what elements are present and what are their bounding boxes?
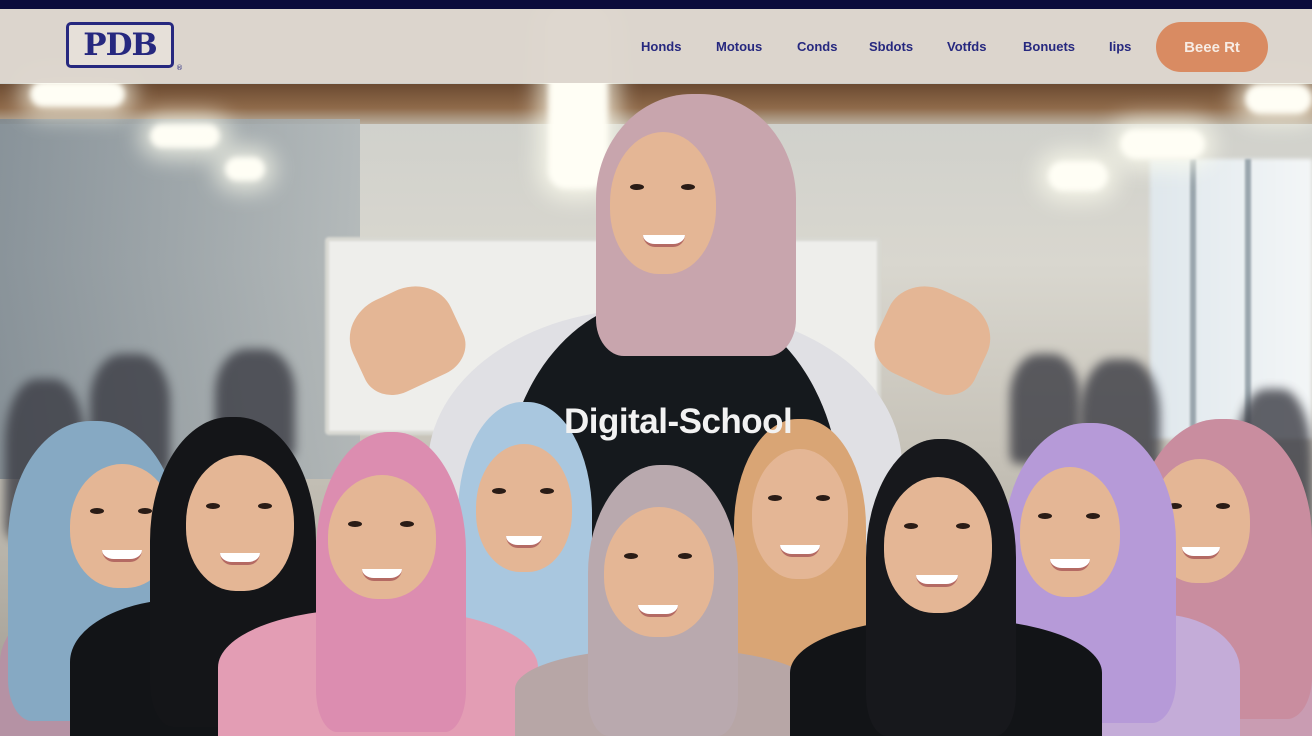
top-strip	[0, 0, 1312, 9]
logo-text: PDB	[83, 27, 157, 63]
teacher-right-hand	[864, 272, 1004, 406]
teacher-left-hand	[336, 272, 476, 406]
nav-link-votfds[interactable]: Votfds	[947, 39, 986, 54]
nav-link-motous[interactable]: Motous	[716, 39, 762, 54]
nav-link-iips[interactable]: Iips	[1109, 39, 1131, 54]
shirt-text: Digital-School	[564, 402, 793, 441]
nav-link-honds[interactable]: Honds	[641, 39, 681, 54]
nav-link-bonuets[interactable]: Bonuets	[1023, 39, 1075, 54]
hero-image: Digital-School	[0, 9, 1312, 736]
cta-button[interactable]: Beee Rt	[1156, 22, 1268, 72]
registered-mark: ®	[176, 64, 183, 72]
nav-link-conds[interactable]: Conds	[797, 39, 837, 54]
nav-link-sbdots[interactable]: Sbdots	[869, 39, 913, 54]
navbar: PDB ® Honds Motous Conds Sbdots Votfds B…	[0, 9, 1312, 83]
teacher-face	[610, 132, 716, 274]
brand-logo[interactable]: PDB	[66, 22, 174, 68]
